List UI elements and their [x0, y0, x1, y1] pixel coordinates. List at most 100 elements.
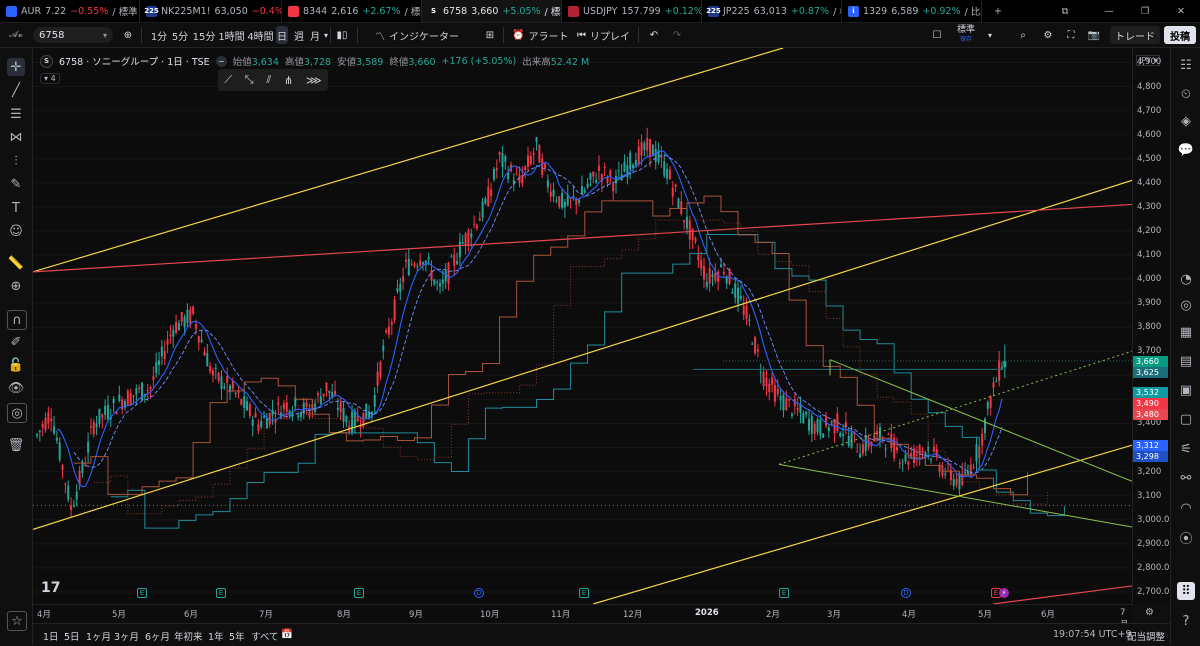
event-marker[interactable]: D — [474, 588, 484, 598]
window-close-icon[interactable]: ✕ — [1166, 0, 1196, 22]
collapse-icon[interactable]: − — [215, 55, 227, 67]
symbol-input[interactable]: 6758 — [39, 30, 64, 41]
globe-icon[interactable]: ◎ — [7, 403, 27, 423]
compare-symbol-icon[interactable]: ⊕ — [120, 26, 136, 44]
replay-button[interactable]: ⏮ リプレイ — [577, 26, 630, 44]
range-9[interactable]: すべて — [251, 629, 278, 643]
indicators-button[interactable]: 〽インジケーター — [375, 26, 459, 44]
clock[interactable]: 19:07:54 UTC+9 — [1053, 629, 1132, 640]
redo-icon[interactable]: ↷ — [670, 26, 684, 44]
lock-drawing-icon[interactable]: ✐ — [7, 333, 25, 351]
chevron-down-icon[interactable]: ▾ — [985, 26, 995, 44]
event-marker[interactable]: E — [137, 588, 147, 598]
tab-4[interactable]: S67583,660+5.05%/ 標準✕ — [422, 0, 562, 22]
fullscreen-icon[interactable]: ⛶ — [1063, 26, 1079, 44]
notes-icon[interactable]: ▢ — [1177, 410, 1195, 428]
eye-icon[interactable]: 👁 — [7, 379, 25, 397]
help-icon[interactable]: ? — [1177, 612, 1195, 630]
fullscreen-square-icon[interactable]: ☐ — [930, 26, 944, 44]
undo-icon[interactable]: ↶ — [647, 26, 661, 44]
range-5[interactable]: 6ヶ月 — [145, 629, 170, 643]
event-marker[interactable]: E — [779, 588, 789, 598]
stream-icon[interactable]: ◠ — [1177, 499, 1195, 517]
range-7[interactable]: 1年 — [208, 629, 224, 643]
lightning-icon[interactable]: ⚡ — [999, 588, 1009, 598]
range-8[interactable]: 5年 — [229, 629, 245, 643]
layout-name-button[interactable]: 標準 保存 — [957, 26, 975, 44]
speedometer-icon[interactable]: ◔ — [1177, 270, 1195, 288]
news-icon[interactable]: ▤ — [1177, 352, 1195, 370]
alert-button[interactable]: ⏰ アラート — [512, 26, 568, 44]
layers-icon[interactable]: ◈ — [1177, 112, 1195, 130]
post-button[interactable]: 投稿 — [1164, 26, 1196, 44]
camera-icon[interactable]: 📷 — [1086, 26, 1102, 44]
interval-5[interactable]: 4時間 — [247, 26, 274, 44]
text-icon[interactable]: T — [7, 199, 25, 217]
pattern-icon[interactable]: ⋈ — [7, 128, 25, 146]
event-marker[interactable]: E — [579, 588, 589, 598]
chart-pane[interactable]: 17 E E E D E E D E ⚡ — [33, 48, 1132, 604]
range-4[interactable]: 3ヶ月 — [114, 629, 139, 643]
ruler-icon[interactable]: 📏 — [7, 254, 25, 272]
event-marker[interactable]: E — [354, 588, 364, 598]
tab-2[interactable]: 225NK225M1!63,050−0.4%✕ — [140, 0, 282, 22]
watchlist-icon[interactable]: ☷ — [1177, 56, 1195, 74]
calendar-icon[interactable]: ▦ — [1177, 323, 1195, 341]
target-icon[interactable]: ◎ — [1177, 296, 1195, 314]
tab-1[interactable]: AUR7.22−0.55%/ 標準✕ — [0, 0, 140, 22]
fib-channel-icon[interactable]: ⋙ — [306, 74, 322, 87]
magnet-icon[interactable]: ∩ — [7, 310, 27, 330]
interval-8[interactable]: 月 — [308, 26, 322, 44]
date-range-calendar-icon[interactable]: 📅 — [281, 629, 293, 640]
lock-icon[interactable]: 🔓 — [7, 356, 25, 374]
emoji-icon[interactable]: ☺ — [7, 222, 25, 240]
event-marker[interactable]: D — [901, 588, 911, 598]
brush-icon[interactable]: ✎ — [7, 175, 25, 193]
trade-button[interactable]: トレード — [1110, 26, 1160, 44]
alerts-clock-icon[interactable]: ⏲ — [1177, 85, 1195, 103]
dom-icon[interactable]: ⚯ — [1177, 469, 1195, 487]
prediction-icon[interactable]: ⫶ — [7, 152, 25, 170]
trendline-icon[interactable]: ⟋ — [224, 73, 232, 87]
interval-3[interactable]: 15分 — [192, 26, 216, 44]
candle-type-icon[interactable]: ▮▯ — [333, 26, 351, 44]
symbol-search[interactable]: 6758 ▾ — [33, 27, 113, 43]
tab-6[interactable]: 225JP22563,013+0.87%/ 標✕ — [702, 0, 842, 22]
event-marker[interactable]: E — [216, 588, 226, 598]
dividend-adjust-toggle[interactable]: 配当調整 — [1127, 629, 1165, 643]
interval-2[interactable]: 5分 — [170, 26, 190, 44]
pitchfork-icon[interactable]: ⋔ — [284, 74, 293, 87]
range-6[interactable]: 年初来 — [174, 629, 203, 643]
price-axis[interactable]: JPY ▾ 4,900 4,800 4,700 4,600 4,500 4,400 4,30… — [1132, 48, 1170, 604]
interval-1[interactable]: 1分 — [150, 26, 168, 44]
ray-icon[interactable]: ⤡ — [245, 73, 254, 87]
crosshair-icon[interactable]: ✛ — [7, 58, 25, 76]
legend-title[interactable]: 6758 · ソニーグループ · 1日 · TSE — [59, 54, 210, 68]
tab-7[interactable]: i13296,589+0.92%/ 比率✕ — [842, 0, 982, 22]
maximize-icon[interactable]: ❐ — [1130, 0, 1160, 22]
interval-4[interactable]: 1時間 — [218, 26, 245, 44]
window-layout-icon[interactable]: ⧉ — [1050, 0, 1080, 22]
tab-5[interactable]: USDJPY157.799+0.12%✕ — [562, 0, 702, 22]
trendline-icon[interactable]: ╱ — [7, 81, 25, 99]
quick-search-icon[interactable]: ⌕ — [1015, 26, 1031, 44]
chat-icon[interactable]: 💬 — [1177, 141, 1195, 159]
axis-settings-gear-icon[interactable]: ⚙ — [1145, 607, 1154, 618]
interval-7[interactable]: 週 — [292, 26, 306, 44]
favorites-star-icon[interactable]: ☆ — [7, 611, 27, 631]
zoom-in-icon[interactable]: ⊕ — [7, 277, 25, 295]
settings-gear-icon[interactable]: ⚙ — [1040, 26, 1056, 44]
minimize-icon[interactable]: — — [1094, 0, 1124, 22]
range-3[interactable]: 1ヶ月 — [86, 629, 111, 643]
signal-icon[interactable]: ⦿ — [1177, 528, 1195, 547]
interval-6[interactable]: 日 — [276, 26, 288, 44]
trash-icon[interactable]: 🗑 — [7, 436, 25, 454]
layout-grid-icon[interactable]: ⊞ — [482, 26, 498, 44]
parallel-channel-icon[interactable]: ⫽ — [266, 73, 271, 87]
range-1[interactable]: 1日 — [43, 629, 59, 643]
tab-3[interactable]: 83442,616+2.67%/ 標準✕ — [282, 0, 422, 22]
fib-retracement-icon[interactable]: ☰ — [7, 105, 25, 123]
range-2[interactable]: 5日 — [64, 629, 80, 643]
indicator-toggle[interactable]: ▾ 4 — [40, 73, 60, 84]
new-tab-plus-icon[interactable]: + — [988, 0, 1010, 22]
